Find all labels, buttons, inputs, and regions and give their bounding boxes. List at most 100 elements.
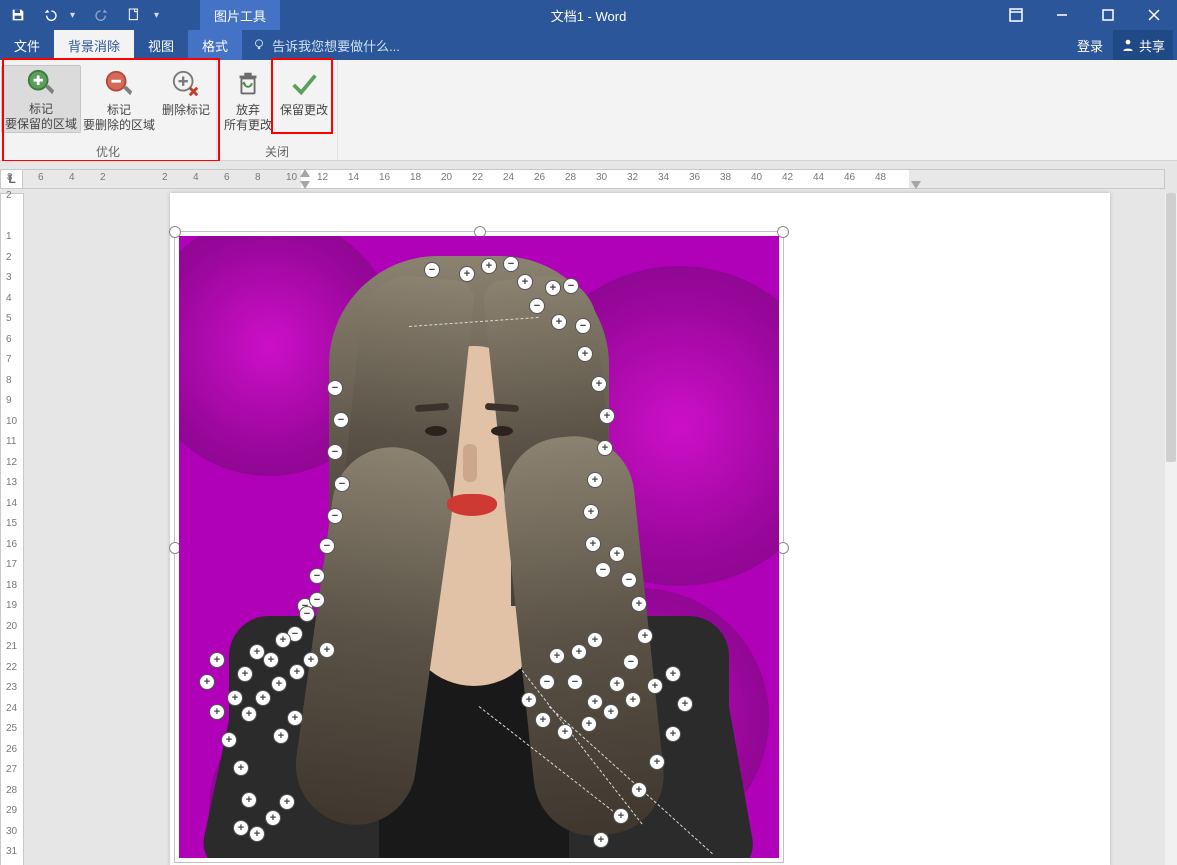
tab-file[interactable]: 文件 [0, 30, 54, 60]
vertical-scrollbar[interactable] [1165, 193, 1177, 865]
ruler-tick: 42 [782, 172, 793, 183]
delete-mark-button[interactable]: 删除标记 [158, 66, 214, 118]
hanging-indent-marker[interactable] [300, 181, 310, 189]
ruler-tick: 31 [6, 846, 17, 857]
ruler-tick: 2 [6, 190, 12, 201]
ruler-tick: 16 [6, 539, 17, 550]
ruler-tick: 38 [720, 172, 731, 183]
save-icon [10, 7, 26, 23]
ruler-tick: 30 [6, 826, 17, 837]
sign-in-link[interactable]: 登录 [1077, 36, 1103, 55]
ruler-tick: 10 [6, 416, 17, 427]
title-bar: ▾ ▾ 图片工具 文档1 - Word [0, 0, 1177, 30]
new-doc-button[interactable] [122, 3, 146, 27]
contextual-tab-label: 图片工具 [200, 0, 280, 30]
image-selection-frame[interactable] [174, 231, 784, 863]
tab-format[interactable]: 格式 [188, 30, 242, 60]
trash-icon [233, 69, 263, 99]
mark-remove-button[interactable]: 标记要删除的区域 [80, 66, 158, 133]
ruler-tick: 30 [596, 172, 607, 183]
ruler-tick: 8 [7, 172, 13, 183]
first-line-indent-marker[interactable] [300, 169, 310, 177]
ruler-tick: 6 [224, 172, 230, 183]
share-button[interactable]: 共享 [1113, 30, 1173, 60]
tab-view[interactable]: 视图 [134, 30, 188, 60]
ruler-tick: 24 [503, 172, 514, 183]
ribbon-tabs: 文件 背景消除 视图 格式 告诉我您想要做什么... 登录 共享 [0, 30, 1177, 60]
plus-circle-x-icon [171, 69, 201, 99]
close-button[interactable] [1131, 0, 1177, 30]
horizontal-ruler[interactable]: 8642246810121416182022242628303234363840… [22, 169, 1165, 189]
ruler-tick: 4 [193, 172, 199, 183]
ruler-tick: 16 [379, 172, 390, 183]
picture-with-bg-removal [179, 236, 779, 858]
ruler-tick: 29 [6, 805, 17, 816]
ruler-tick: 13 [6, 477, 17, 488]
minimize-button[interactable] [1039, 0, 1085, 30]
ruler-tick: 4 [69, 172, 75, 183]
ruler-tick: 1 [6, 231, 12, 242]
mark-keep-button[interactable]: 标记要保留的区域 [1, 65, 81, 133]
redo-button[interactable] [90, 3, 114, 27]
qat-customize-icon[interactable]: ▾ [154, 10, 166, 21]
ribbon: 标记要保留的区域 标记要删除的区域 删除标记 优化 放弃所有更改 保留更改 关闭 [0, 60, 1177, 161]
save-button[interactable] [6, 3, 30, 27]
right-indent-marker[interactable] [911, 181, 921, 189]
maximize-button[interactable] [1085, 0, 1131, 30]
ruler-tick: 8 [255, 172, 261, 183]
ruler-tick: 44 [813, 172, 824, 183]
ruler-tick: 36 [689, 172, 700, 183]
ruler-tick: 48 [875, 172, 886, 183]
ruler-tick: 3 [6, 272, 12, 283]
tab-background-removal[interactable]: 背景消除 [54, 30, 134, 60]
vertical-ruler[interactable]: 2123456789101112131415161718192021222324… [0, 193, 24, 865]
ruler-tick: 23 [6, 682, 17, 693]
window-controls [993, 0, 1177, 30]
ruler-tick: 14 [348, 172, 359, 183]
ruler-tick: 15 [6, 518, 17, 529]
ruler-tick: 26 [534, 172, 545, 183]
undo-more-icon[interactable]: ▾ [70, 10, 82, 21]
quick-access-toolbar: ▾ ▾ [0, 0, 172, 30]
ruler-tick: 27 [6, 764, 17, 775]
document-workspace: L 86422468101214161820222426283032343638… [0, 161, 1177, 865]
ruler-tick: 6 [38, 172, 44, 183]
ruler-tick: 14 [6, 498, 17, 509]
keep-changes-button[interactable]: 保留更改 [275, 66, 333, 118]
ruler-tick: 28 [6, 785, 17, 796]
ribbon-group-refine: 标记要保留的区域 标记要删除的区域 删除标记 优化 [0, 60, 217, 160]
ruler-tick: 8 [6, 375, 12, 386]
ribbon-group-close: 放弃所有更改 保留更改 关闭 [217, 60, 338, 160]
document-page [170, 193, 1110, 865]
ruler-tick: 20 [6, 621, 17, 632]
ruler-tick: 11 [6, 436, 16, 447]
ruler-tick: 7 [6, 354, 12, 365]
ribbon-display-button[interactable] [993, 0, 1039, 30]
ruler-tick: 5 [6, 313, 12, 324]
ruler-tick: 34 [658, 172, 669, 183]
ruler-tick: 6 [6, 334, 12, 345]
ruler-tick: 2 [100, 172, 106, 183]
ruler-tick: 12 [6, 457, 17, 468]
share-label: 共享 [1139, 36, 1165, 55]
ruler-tick: 4 [6, 293, 12, 304]
ruler-tick: 18 [6, 580, 17, 591]
checkmark-icon [289, 69, 319, 99]
ruler-tick: 19 [6, 600, 17, 611]
ruler-tick: 20 [441, 172, 452, 183]
ruler-tick: 10 [286, 172, 297, 183]
ruler-tick: 46 [844, 172, 855, 183]
minus-circle-pencil-icon [104, 69, 134, 99]
group-label-refine: 优化 [96, 142, 120, 160]
ruler-tick: 21 [6, 641, 17, 652]
lightbulb-icon [252, 38, 266, 52]
ruler-tick: 18 [410, 172, 421, 183]
discard-changes-button[interactable]: 放弃所有更改 [221, 66, 275, 133]
ruler-tick: 2 [6, 252, 12, 263]
redo-icon [94, 7, 110, 23]
undo-button[interactable] [38, 3, 62, 27]
tell-me-box[interactable]: 告诉我您想要做什么... [252, 30, 400, 60]
ruler-tick: 2 [162, 172, 168, 183]
undo-icon [42, 7, 58, 23]
ruler-tick: 24 [6, 703, 17, 714]
